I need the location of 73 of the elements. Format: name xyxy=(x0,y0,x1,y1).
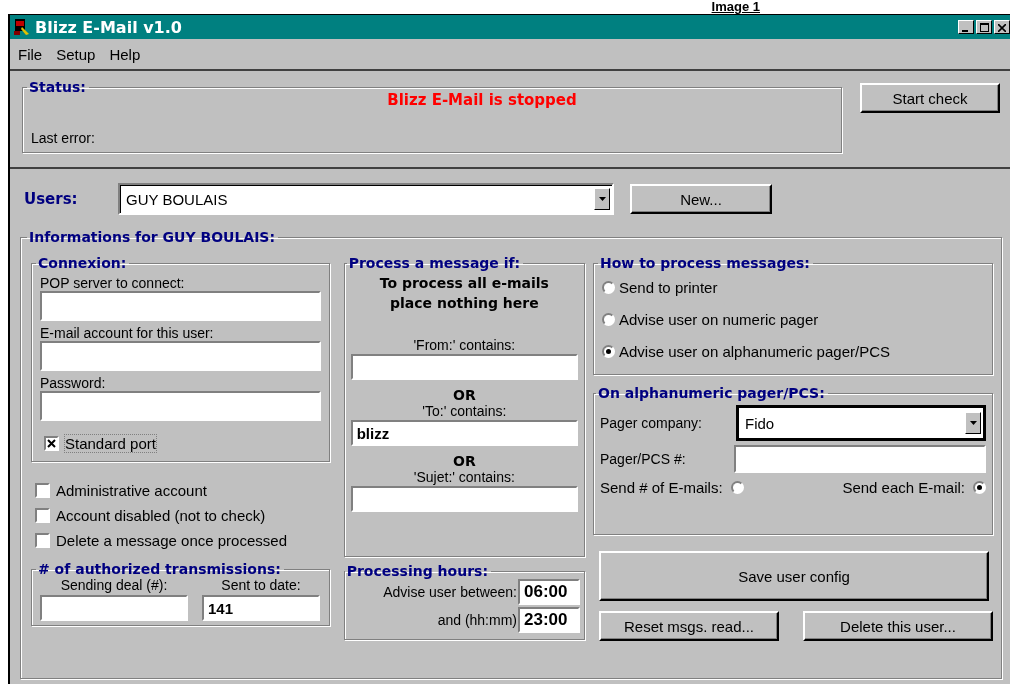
radio-button[interactable] xyxy=(730,481,744,494)
time-field[interactable]: 23:00 xyxy=(518,607,580,633)
or-label: OR xyxy=(453,454,476,469)
delete-user-button[interactable]: Delete this user... xyxy=(803,611,993,641)
new-user-button[interactable]: New... xyxy=(630,184,772,214)
field-label: Sending deal (#): xyxy=(60,577,168,593)
group-title: Status: xyxy=(28,79,87,95)
menu-item[interactable]: Setup xyxy=(56,45,96,63)
radio-button[interactable] xyxy=(602,344,615,358)
save-button[interactable]: Save user config xyxy=(599,551,989,601)
minimize-button[interactable] xyxy=(958,20,974,34)
input-field[interactable]: blizz xyxy=(350,420,578,446)
radio-label: Advise user on numeric pager xyxy=(619,310,819,328)
radio-button[interactable] xyxy=(602,312,615,326)
input-field[interactable]: 141 xyxy=(202,595,320,621)
users-dropdown[interactable]: GUY BOULAIS xyxy=(118,183,614,215)
input-field[interactable] xyxy=(40,391,321,421)
field-label: POP server to connect: xyxy=(40,275,186,291)
radio-label: Advise user on alphanumeric pager/PCS xyxy=(619,342,890,360)
image-caption: Image 1 xyxy=(711,0,760,14)
input-field[interactable] xyxy=(350,354,578,380)
checkbox-label: Administrative account xyxy=(56,482,207,499)
maximize-icon xyxy=(979,23,989,32)
last-error-label: Last error: xyxy=(31,130,96,146)
group-title: Process a message if: xyxy=(347,255,522,271)
or-label: OR xyxy=(453,388,476,403)
field-label: 'To:' contains: xyxy=(422,403,507,420)
field-label: and (hh:mm) xyxy=(437,612,517,628)
checkbox[interactable] xyxy=(35,533,50,548)
start-check-button[interactable]: Start check xyxy=(860,83,1000,113)
group-title: Informations for GUY BOULAIS: xyxy=(28,229,277,245)
menu-item[interactable]: Help xyxy=(109,45,141,63)
group-title: Connexion: xyxy=(37,255,128,271)
field-label: Pager/PCS #: xyxy=(600,451,686,467)
input-field[interactable] xyxy=(734,445,986,473)
field-label: Pager company: xyxy=(600,415,702,431)
field-label: E-mail account for this user: xyxy=(40,325,215,341)
status-message: Blizz E-Mail is stopped xyxy=(386,91,578,109)
window-title: Blizz E-Mail v1.0 xyxy=(35,17,182,37)
checkbox[interactable] xyxy=(35,483,50,498)
pager-company-dropdown[interactable]: Fido xyxy=(736,405,986,441)
app-icon xyxy=(13,18,31,36)
checkbox[interactable] xyxy=(44,435,59,451)
checkbox-label: Account disabled (not to check) xyxy=(56,507,266,524)
input-field[interactable] xyxy=(40,341,321,371)
group-title: Processing hours: xyxy=(345,563,489,579)
radio-label: Send each E-mail: xyxy=(842,479,965,496)
input-field[interactable] xyxy=(350,486,578,512)
checkbox-label: Delete a message once processed xyxy=(56,532,287,549)
checkbox-label: Standard port xyxy=(65,434,156,452)
input-field[interactable] xyxy=(40,291,321,321)
group-title: # of authorized transmissions: xyxy=(37,561,282,577)
group-title: How to process messages: xyxy=(599,255,811,271)
field-label: 'Sujet:' contains: xyxy=(413,469,515,486)
users-label: Users: xyxy=(24,190,79,208)
radio-button[interactable] xyxy=(602,280,615,294)
radio-label: Send # of E-mails: xyxy=(600,479,723,496)
menu-item[interactable]: File xyxy=(18,45,43,63)
instruction-text: To process all e-mails place nothing here xyxy=(378,274,550,313)
maximize-button[interactable] xyxy=(976,20,992,34)
group-title: On alphanumeric pager/PCS: xyxy=(597,385,826,401)
field-label: Advise user between: xyxy=(383,584,517,600)
radio-label: Send to printer xyxy=(619,278,718,296)
field-label: Sent to date: xyxy=(221,577,301,593)
reset-button[interactable]: Reset msgs. read... xyxy=(599,611,779,641)
checkbox[interactable] xyxy=(35,508,50,523)
close-button[interactable] xyxy=(994,20,1010,34)
close-icon xyxy=(998,24,1006,32)
time-field[interactable]: 06:00 xyxy=(518,579,580,605)
field-label: 'From:' contains: xyxy=(413,337,516,354)
radio-button[interactable] xyxy=(973,481,986,494)
input-field[interactable] xyxy=(40,595,188,621)
field-label: Password: xyxy=(40,375,107,391)
